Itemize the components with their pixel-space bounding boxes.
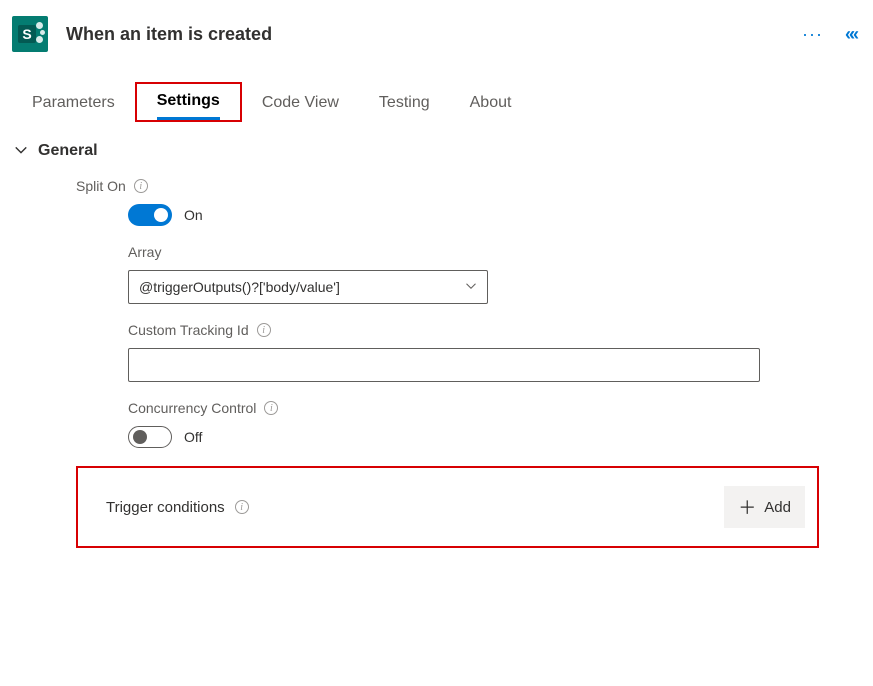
trigger-conditions-label: Trigger conditions xyxy=(106,499,225,516)
tab-strip: Parameters Settings Code View Testing Ab… xyxy=(0,64,873,122)
concurrency-toggle[interactable] xyxy=(128,426,172,448)
tab-testing[interactable]: Testing xyxy=(359,86,450,122)
collapse-panel-icon[interactable]: «« xyxy=(845,24,861,45)
section-toggle-general[interactable]: General xyxy=(14,142,859,160)
info-icon[interactable]: i xyxy=(257,323,271,337)
array-value: @triggerOutputs()?['body/value'] xyxy=(139,279,340,295)
chevron-down-icon xyxy=(465,280,477,295)
sharepoint-icon: S xyxy=(12,16,48,52)
split-on-label: Split On xyxy=(76,178,126,194)
split-on-toggle[interactable] xyxy=(128,204,172,226)
tab-about[interactable]: About xyxy=(450,86,532,122)
info-icon[interactable]: i xyxy=(264,401,278,415)
add-button-label: Add xyxy=(764,499,791,516)
more-menu-icon[interactable]: ··· xyxy=(802,25,823,43)
section-title: General xyxy=(38,142,98,160)
array-label: Array xyxy=(128,244,161,260)
split-on-state: On xyxy=(184,207,203,223)
plus-icon: ＋ xyxy=(738,494,756,520)
tab-code-view[interactable]: Code View xyxy=(242,86,359,122)
concurrency-label: Concurrency Control xyxy=(128,400,256,416)
card-header: S When an item is created ··· «« xyxy=(0,0,873,64)
array-dropdown[interactable]: @triggerOutputs()?['body/value'] xyxy=(128,270,488,304)
info-icon[interactable]: i xyxy=(134,179,148,193)
trigger-conditions-row: Trigger conditions i ＋ Add xyxy=(76,466,819,548)
chevron-down-icon xyxy=(14,143,28,160)
tracking-id-input[interactable] xyxy=(128,348,760,382)
concurrency-state: Off xyxy=(184,429,202,445)
card-title: When an item is created xyxy=(66,24,802,45)
add-trigger-condition-button[interactable]: ＋ Add xyxy=(724,486,805,528)
tab-parameters[interactable]: Parameters xyxy=(12,86,135,122)
info-icon[interactable]: i xyxy=(235,500,249,514)
tracking-id-label: Custom Tracking Id xyxy=(128,322,249,338)
tab-settings[interactable]: Settings xyxy=(135,82,242,122)
